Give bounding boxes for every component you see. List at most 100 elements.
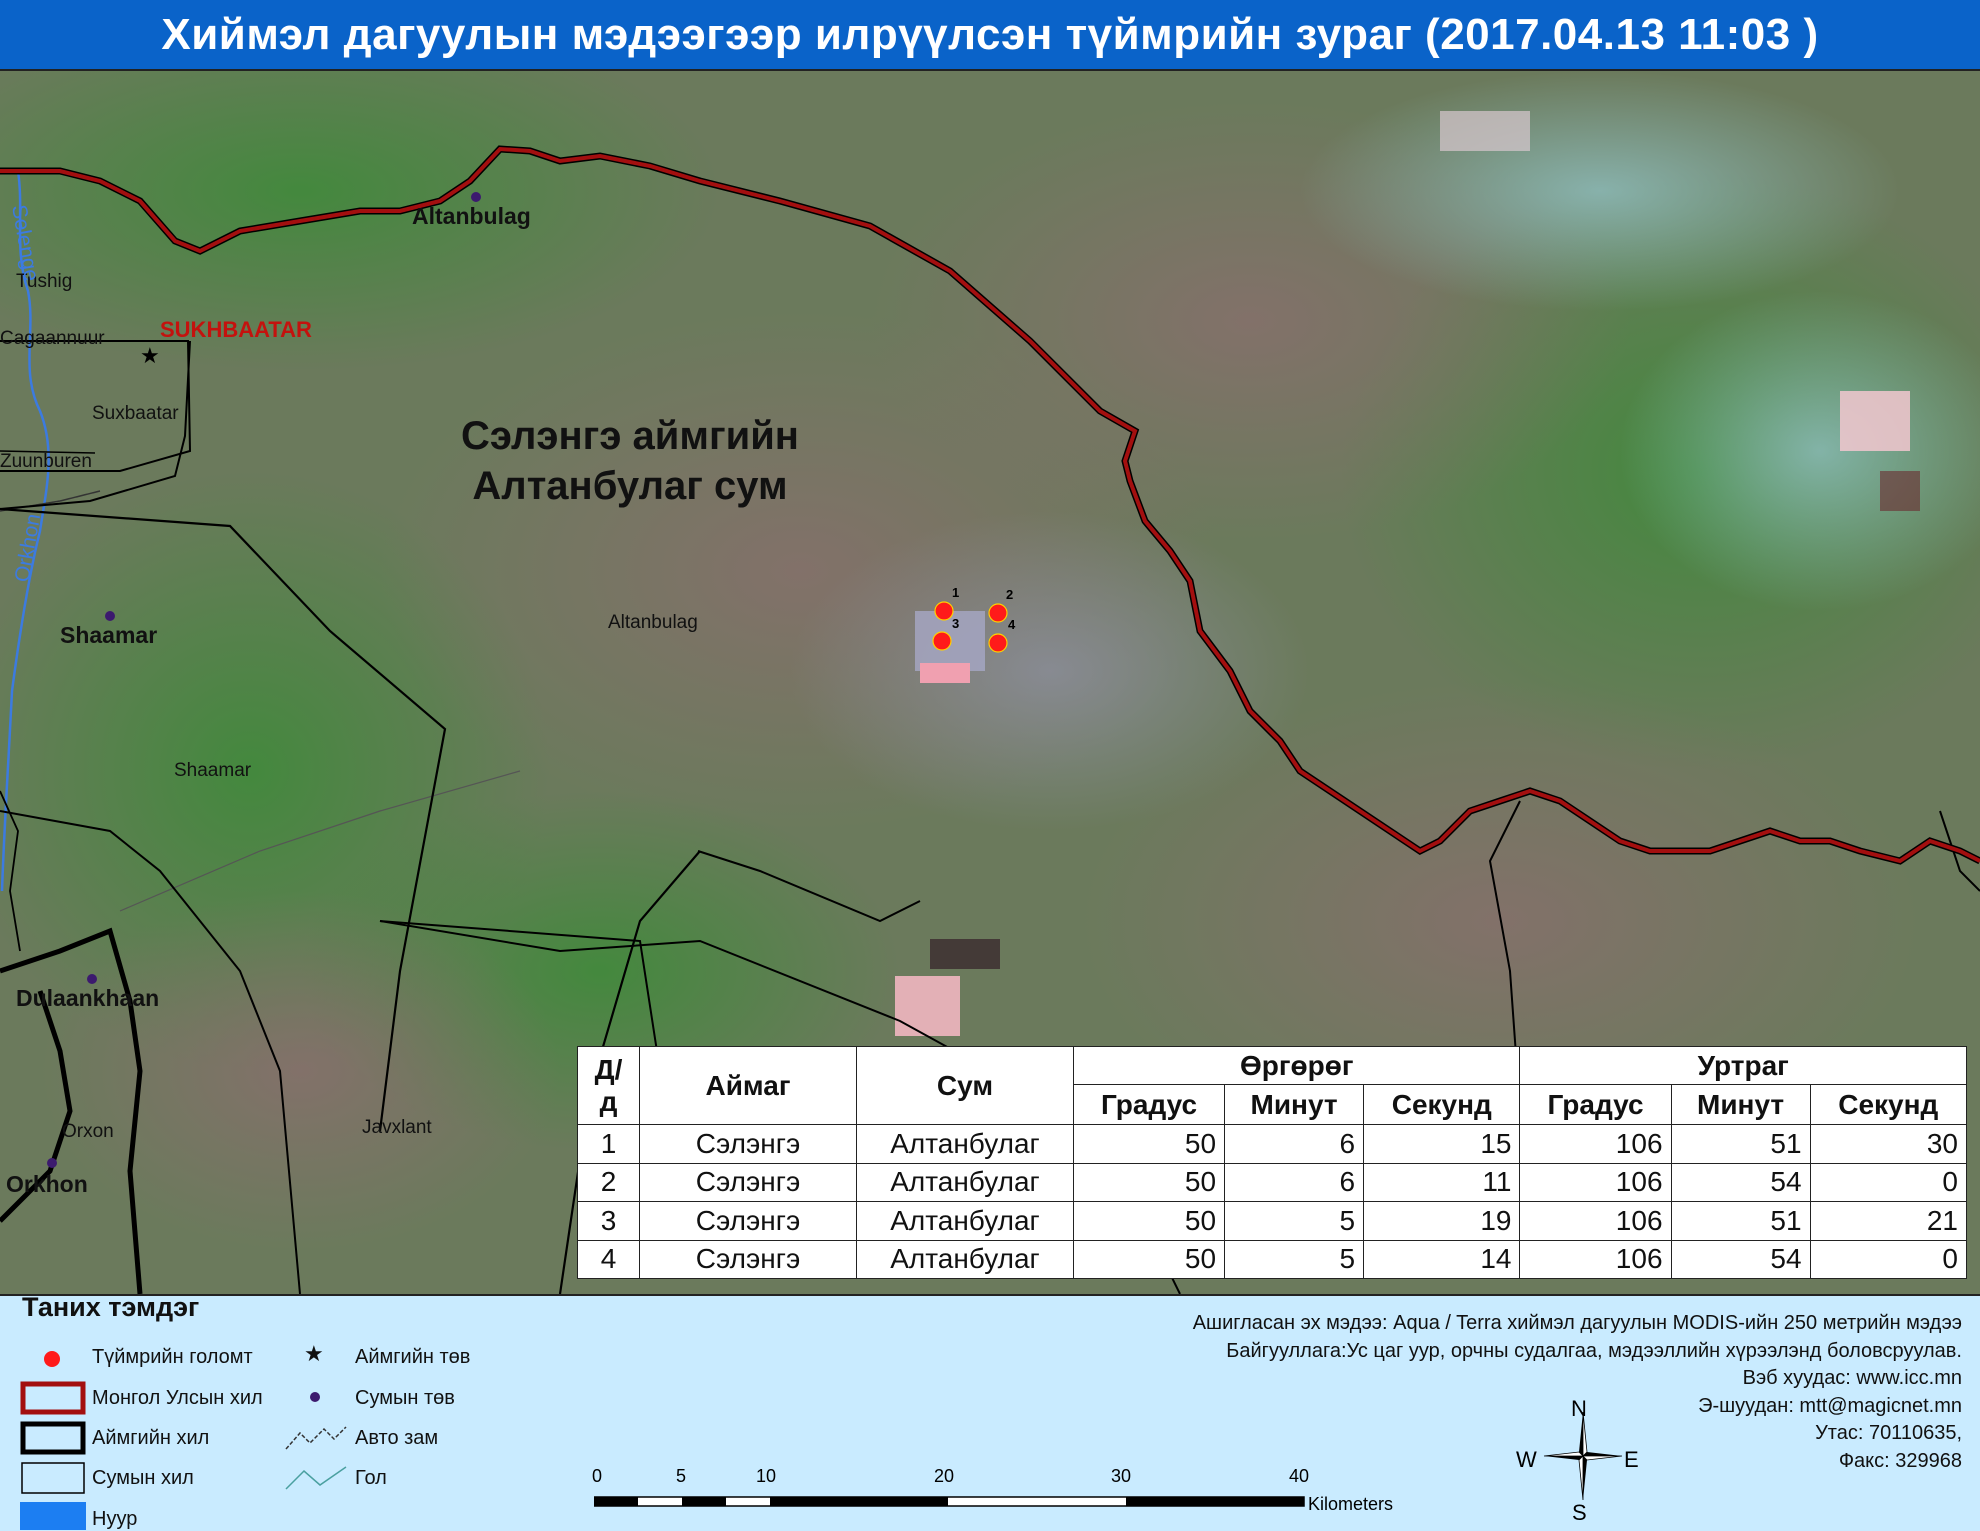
cell-no: 2 (577, 1162, 640, 1202)
cell-lat-min: 5 (1224, 1239, 1365, 1279)
cell-lon-deg: 106 (1519, 1239, 1672, 1279)
col-header-aimag: Аймаг (639, 1046, 857, 1125)
legend-sum-border-icon (21, 1462, 85, 1494)
map-title: Хиймэл дагуулын мэдээгээр илрүүлсэн түйм… (0, 0, 1980, 69)
scale-tick-10: 10 (756, 1466, 777, 1486)
col-header-lon-deg: Градус (1519, 1084, 1672, 1125)
legend-title: Таних тэмдэг (22, 1292, 200, 1322)
cell-aimag: Сэлэнгэ (639, 1124, 857, 1164)
cell-no: 4 (577, 1239, 640, 1279)
col-header-lon-sec: Секунд (1809, 1084, 1968, 1125)
cell-sum: Алтанбулаг (856, 1239, 1074, 1279)
cell-lon-sec: 0 (1809, 1239, 1968, 1279)
cell-lat-sec: 11 (1363, 1162, 1521, 1202)
scale-tick-0: 0 (592, 1466, 603, 1486)
legend-sum-border-label: Сумын хил (92, 1467, 194, 1489)
scale-tick-40: 40 (1289, 1466, 1310, 1486)
cell-lat-min: 6 (1224, 1124, 1365, 1164)
cell-lat-deg: 50 (1072, 1201, 1226, 1241)
sum-center-dot (105, 611, 115, 621)
place-orkhon-center: Orkhon (6, 1171, 88, 1197)
place-zuunburen: Zuunburen (0, 451, 92, 472)
cell-lon-min: 51 (1670, 1124, 1811, 1164)
col-header-sum: Сум (856, 1046, 1074, 1125)
cell-lon-sec: 21 (1809, 1201, 1968, 1241)
col-header-longitude: Уртраг (1519, 1046, 1967, 1085)
table-row: 3 Сэлэнгэ Алтанбулаг 50 5 19 106 51 21 (577, 1201, 1968, 1241)
place-altanbulag-sum: Altanbulag (608, 612, 698, 633)
cell-lat-deg: 50 (1072, 1162, 1226, 1202)
fire-label-1: 1 (952, 585, 960, 600)
sum-center-dot (87, 974, 97, 984)
cell-lat-min: 6 (1224, 1162, 1365, 1202)
place-javxlant: Javxlant (362, 1117, 432, 1138)
info-organization: Байгууллага:Ус цаг уур, орчны судалгаа, … (1226, 1339, 1962, 1362)
legend-river-icon (285, 1466, 347, 1490)
table-row: 1 Сэлэнгэ Алтанбулаг 50 6 15 106 51 30 (577, 1124, 1968, 1164)
cell-no: 3 (577, 1201, 640, 1241)
compass-s: S (1572, 1500, 1587, 1525)
place-suxbaatar: Suxbaatar (92, 403, 179, 424)
fire-label-4: 4 (1008, 617, 1016, 632)
sum-center-dot (471, 192, 481, 202)
cell-aimag: Сэлэнгэ (639, 1162, 857, 1202)
cell-lat-deg: 50 (1072, 1239, 1226, 1279)
place-dulaankhaan: Dulaankhaan (16, 985, 160, 1011)
legend-sum-center-icon (310, 1392, 320, 1402)
info-website: Вэб хуудас: www.icc.mn (1742, 1367, 1962, 1389)
legend-road-label: Авто зам (355, 1427, 439, 1449)
col-header-lat-deg: Градус (1072, 1084, 1226, 1125)
scale-tick-30: 30 (1111, 1466, 1132, 1486)
region-label: Сэлэнгэ аймгийн Алтанбулаг сум (410, 411, 850, 511)
cell-lon-sec: 0 (1809, 1162, 1968, 1202)
aimag-center-star: ★ (140, 344, 160, 369)
legend-star-icon: ★ (304, 1342, 324, 1367)
scale-tick-5: 5 (676, 1466, 687, 1486)
legend-lake-icon (20, 1502, 86, 1530)
col-header-latitude: Өргөрөг (1072, 1046, 1521, 1085)
cell-sum: Алтанбулаг (856, 1162, 1074, 1202)
table-row: 2 Сэлэнгэ Алтанбулаг 50 6 11 106 54 0 (577, 1162, 1968, 1202)
fire-label-2: 2 (1006, 587, 1014, 602)
table-row: 4 Сэлэнгэ Алтанбулаг 50 5 14 106 54 0 (577, 1239, 1968, 1279)
legend-fire-icon (44, 1351, 60, 1367)
col-header-lat-min: Минут (1224, 1084, 1365, 1125)
cell-lon-deg: 106 (1519, 1201, 1672, 1241)
place-orxon: Orxon (62, 1121, 114, 1142)
cell-lon-min: 54 (1670, 1162, 1811, 1202)
info-source: Ашигласан эх мэдээ: Aqua / Terra хиймэл … (1192, 1312, 1962, 1334)
region-label-line1: Сэлэнгэ аймгийн (461, 414, 799, 458)
place-shaamar-sum: Shaamar (174, 760, 252, 781)
cell-sum: Алтанбулаг (856, 1201, 1074, 1241)
legend-national-border-label: Монгол Улсын хил (92, 1387, 263, 1409)
fire-coordinates-table: Д/д Аймаг Сум Өргөрөг Уртраг Градус Мину… (577, 1046, 1968, 1279)
place-altanbulag-center: Altanbulag (412, 203, 531, 229)
fire-point-4 (988, 633, 1008, 653)
cell-sum: Алтанбулаг (856, 1124, 1074, 1164)
cell-lat-deg: 50 (1072, 1124, 1226, 1164)
fire-label-3: 3 (952, 616, 960, 631)
legend-national-border-icon (20, 1381, 86, 1415)
legend-lake-label: Нуур (92, 1508, 138, 1530)
cell-lon-deg: 106 (1519, 1124, 1672, 1164)
cell-lon-min: 54 (1670, 1239, 1811, 1279)
scale-tick-20: 20 (934, 1466, 955, 1486)
cell-lat-sec: 14 (1363, 1239, 1521, 1279)
cell-no: 1 (577, 1124, 640, 1164)
place-shaamar-center: Shaamar (60, 622, 158, 648)
cell-aimag: Сэлэнгэ (639, 1239, 857, 1279)
legend-river-label: Гол (355, 1467, 387, 1489)
fire-point-1 (934, 601, 954, 621)
place-sukhbaatar: SUKHBAATAR (160, 317, 312, 342)
legend-road-icon (285, 1426, 347, 1450)
cell-lat-sec: 15 (1363, 1124, 1521, 1164)
legend-sum-center-label: Сумын төв (355, 1387, 455, 1409)
cell-lon-sec: 30 (1809, 1124, 1968, 1164)
col-header-lon-min: Минут (1670, 1084, 1811, 1125)
compass-n: N (1571, 1396, 1587, 1421)
scale-unit: Kilometers (1308, 1494, 1394, 1514)
scale-bar-graphic (594, 1496, 1305, 1507)
sum-center-dot (47, 1158, 57, 1168)
col-header-no: Д/д (577, 1046, 640, 1125)
legend-fire-label: Түймрийн голомт (92, 1346, 253, 1368)
